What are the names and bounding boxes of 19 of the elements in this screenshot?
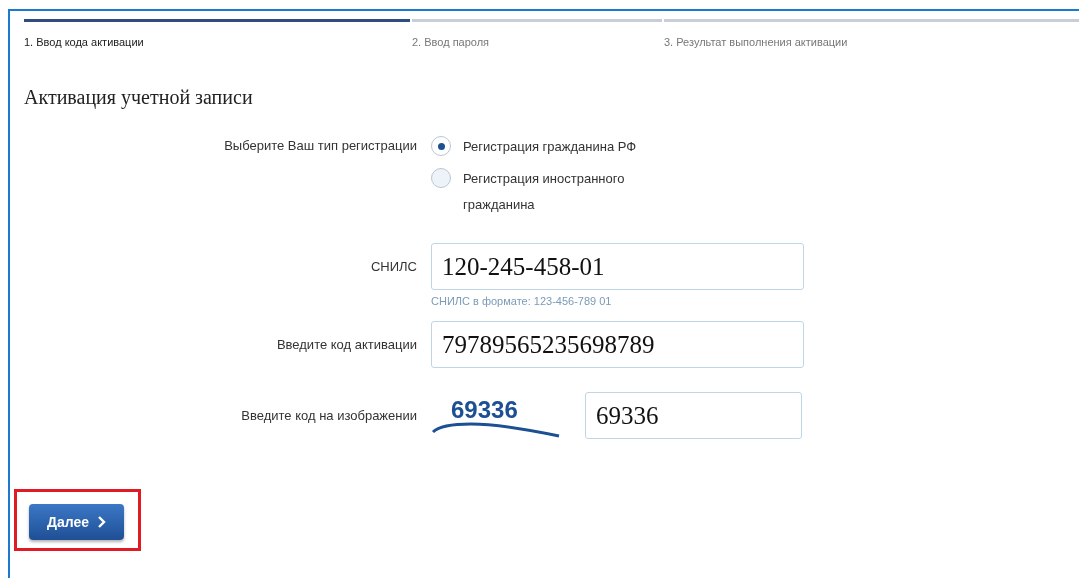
step-tab[interactable]: 3. Результат выполнения активации: [664, 19, 1079, 48]
field-hint: СНИЛС в формате: 123-456-789 01: [431, 295, 613, 307]
field-label: СНИЛС: [369, 259, 417, 274]
radio-option[interactable]: Регистрация иностранного гражданина: [431, 166, 691, 218]
activation-code-field[interactable]: 79789565235698789: [431, 321, 804, 368]
field-label: Выберите Ваш тип регистрации: [223, 137, 417, 155]
step-tab[interactable]: 2. Ввод пароля: [412, 19, 662, 48]
radio-option[interactable]: Регистрация гражданина РФ: [431, 134, 691, 160]
radio-button[interactable]: [431, 168, 451, 188]
field-label: Введите код на изображении: [240, 408, 417, 423]
snils-field[interactable]: 120-245-458-01: [431, 243, 804, 290]
radio-button[interactable]: [431, 136, 451, 156]
field-label: Введите код активации: [275, 337, 417, 352]
step-tab[interactable]: 1. Ввод кода активации: [24, 19, 410, 48]
captcha-field[interactable]: 69336: [585, 392, 802, 439]
page-title: Активация учетной записи: [24, 86, 254, 109]
captcha-image: 69336: [431, 393, 563, 438]
next-button[interactable]: Далее: [29, 504, 125, 540]
chevron-icon: [97, 516, 107, 528]
